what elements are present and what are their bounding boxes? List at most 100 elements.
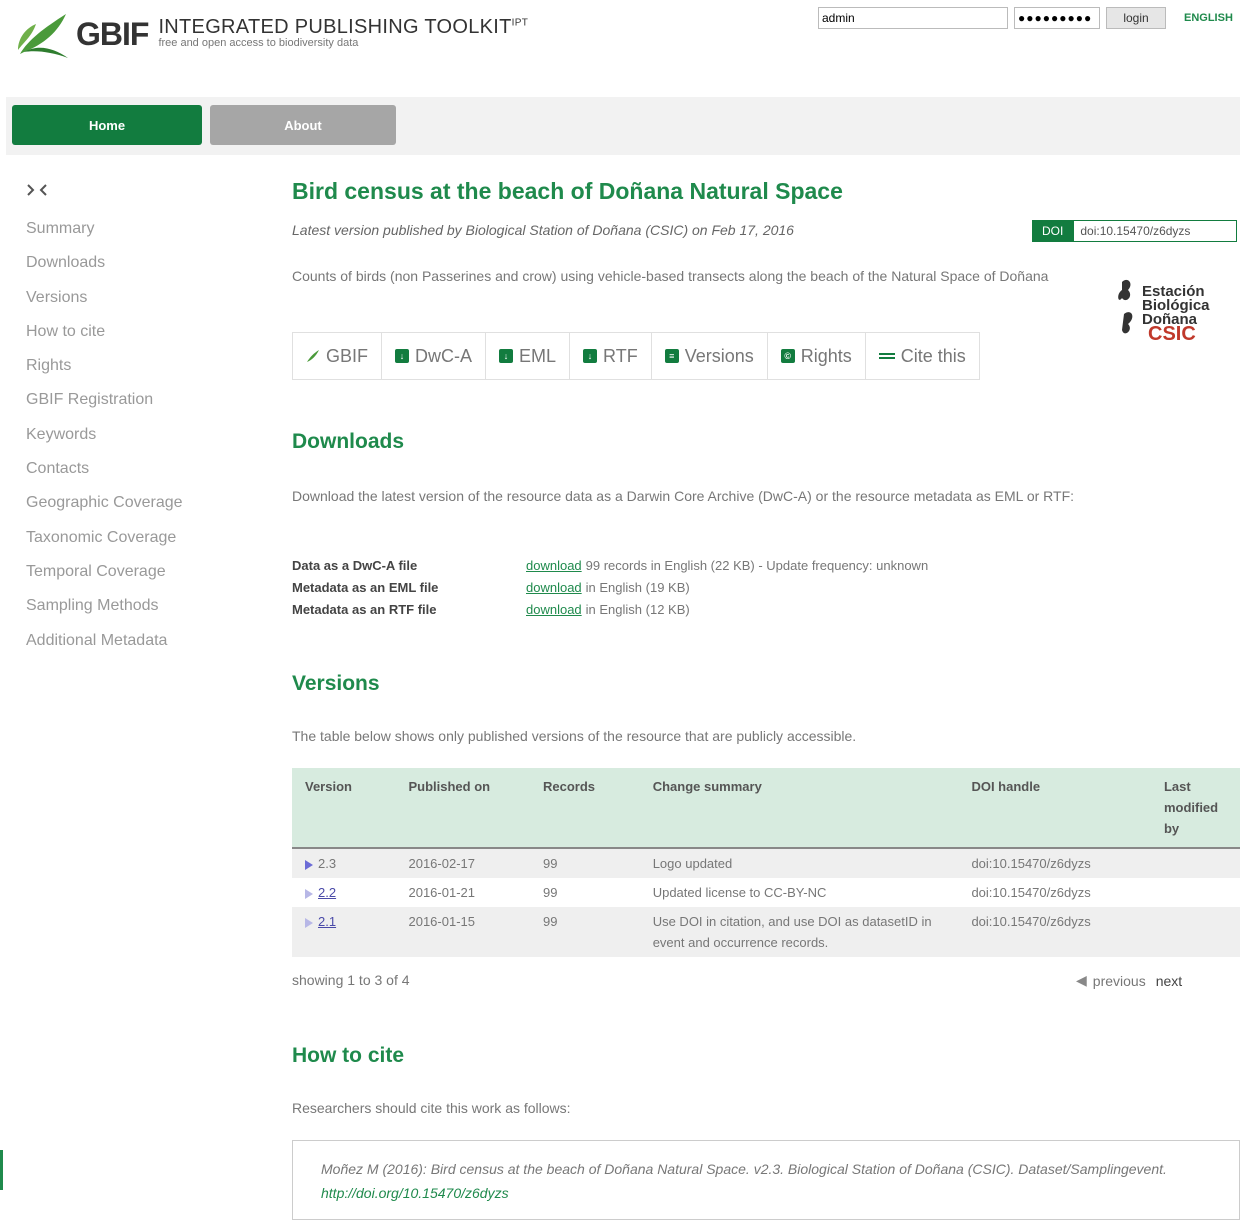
- toolbar-rtf-button[interactable]: ↓ RTF: [570, 333, 652, 379]
- download-label: Metadata as an EML file: [292, 579, 439, 595]
- col-records[interactable]: Records: [530, 768, 640, 848]
- downloads-table: Data as a DwC-A file download 99 records…: [292, 554, 928, 620]
- download-label: Data as a DwC-A file: [292, 557, 418, 573]
- sidebar-item-temporal-coverage[interactable]: Temporal Coverage: [26, 560, 183, 594]
- pagination-info: showing 1 to 3 of 4: [292, 972, 410, 988]
- col-last-modified-by[interactable]: Last modified by: [1151, 768, 1240, 848]
- summary-cell: Use DOI in citation, and use DOI as data…: [652, 914, 932, 950]
- current-version-icon: [305, 859, 313, 870]
- col-doi-handle[interactable]: DOI handle: [958, 768, 1150, 848]
- main-content: Bird census at the beach of Doñana Natur…: [292, 178, 1240, 1220]
- doi-cell: doi:10.15470/z6dyzs: [971, 856, 1091, 871]
- username-input[interactable]: [818, 7, 1008, 29]
- organization-logo: Estación Biológica Doñana CSIC: [1118, 279, 1210, 344]
- version-cell: 2.1: [292, 907, 395, 957]
- toc-icon[interactable]: [26, 182, 48, 198]
- sidebar-item-versions[interactable]: Versions: [26, 286, 183, 320]
- toolbar-rights-button[interactable]: © Rights: [768, 333, 866, 379]
- version-link[interactable]: 2.1: [318, 914, 336, 929]
- citation-text: Moñez M (2016): Bird census at the beach…: [321, 1161, 1167, 1177]
- sidebar-item-downloads[interactable]: Downloads: [26, 251, 183, 285]
- sidebar-item-taxonomic-coverage[interactable]: Taxonomic Coverage: [26, 526, 183, 560]
- versions-heading: Versions: [292, 672, 380, 695]
- main-nav: Home About: [6, 97, 1240, 155]
- versions-icon: ≡: [664, 349, 679, 363]
- version-arrow-icon: [305, 888, 313, 899]
- toolbar-gbif-button[interactable]: GBIF: [293, 333, 383, 379]
- col-published[interactable]: Published on: [395, 768, 530, 848]
- svg-text:CSIC: CSIC: [1148, 323, 1196, 344]
- how-to-cite-heading: How to cite: [292, 1044, 405, 1067]
- table-row: 2.1 2016-01-15 99 Use DOI in citation, a…: [292, 907, 1240, 957]
- col-version[interactable]: Version: [292, 768, 395, 848]
- doi-cell: doi:10.15470/z6dyzs: [971, 914, 1091, 929]
- modified-by-cell: [1151, 878, 1240, 907]
- sidebar-item-additional-metadata[interactable]: Additional Metadata: [26, 629, 183, 663]
- download-info: in English (19 KB): [585, 579, 690, 595]
- login-button[interactable]: login: [1106, 7, 1166, 29]
- gbif-leaf-icon: [307, 350, 319, 362]
- table-row: 2.3 2016-02-17 99 Logo updated doi:10.15…: [292, 848, 1240, 878]
- sidebar-item-gbif-registration[interactable]: GBIF Registration: [26, 388, 183, 422]
- login-form: login ENGLISH: [818, 7, 1233, 29]
- password-input[interactable]: [1014, 7, 1100, 29]
- sidebar-item-geographic-coverage[interactable]: Geographic Coverage: [26, 491, 183, 525]
- toolbar-cite-button[interactable]: Cite this: [866, 333, 979, 379]
- doi-badge[interactable]: DOI doi:10.15470/z6dyzs: [1032, 220, 1238, 242]
- toolbar-dwca-label: DwC-A: [415, 345, 473, 366]
- nav-home-button[interactable]: Home: [12, 105, 202, 145]
- download-row-rtf: Metadata as an RTF file download in Engl…: [292, 598, 928, 620]
- previous-button[interactable]: previous: [1093, 973, 1146, 989]
- cite-intro: Researchers should cite this work as fol…: [292, 1100, 571, 1116]
- sidebar-item-keywords[interactable]: Keywords: [26, 423, 183, 457]
- citation-box: Moñez M (2016): Bird census at the beach…: [292, 1140, 1240, 1220]
- download-row-eml: Metadata as an EML file download in Engl…: [292, 576, 928, 598]
- toolbar-versions-button[interactable]: ≡ Versions: [652, 333, 768, 379]
- download-dwca-link[interactable]: download: [526, 558, 582, 573]
- col-change-summary[interactable]: Change summary: [640, 768, 959, 848]
- download-row-dwca: Data as a DwC-A file download 99 records…: [292, 554, 928, 576]
- leaf-icon: [18, 14, 68, 58]
- language-selector[interactable]: ENGLISH: [1184, 12, 1233, 24]
- download-rtf-link[interactable]: download: [526, 602, 582, 617]
- downloads-intro: Download the latest version of the resou…: [292, 488, 1075, 504]
- records-cell: 99: [543, 885, 558, 900]
- toolbar-rights-label: Rights: [800, 345, 852, 366]
- summary-cell: Logo updated: [652, 856, 733, 871]
- doi-value[interactable]: doi:10.15470/z6dyzs: [1073, 220, 1238, 242]
- version-cell: 2.2: [292, 878, 395, 907]
- downloads-heading: Downloads: [292, 430, 405, 453]
- app-title: INTEGRATED PUBLISHING TOOLKITIPT: [158, 16, 529, 38]
- gbif-logo[interactable]: GBIF INTEGRATED PUBLISHING TOOLKITIPT fr…: [14, 10, 528, 60]
- sidebar-item-summary[interactable]: Summary: [26, 217, 183, 251]
- resource-toolbar: GBIF ↓ DwC-A ↓ EML ↓ RTF ≡ Versions © Ri…: [292, 332, 980, 380]
- download-icon: ↓: [499, 349, 514, 363]
- toolbar-gbif-label: GBIF: [326, 345, 369, 366]
- quote-icon: [878, 353, 895, 359]
- brand-name: GBIF: [76, 16, 149, 52]
- sidebar-item-sampling-methods[interactable]: Sampling Methods: [26, 594, 183, 628]
- toolbar-eml-button[interactable]: ↓ EML: [486, 333, 571, 379]
- sidebar-item-rights[interactable]: Rights: [26, 354, 183, 388]
- sidebar-item-contacts[interactable]: Contacts: [26, 457, 183, 491]
- download-icon: ↓: [583, 349, 598, 363]
- doi-label: DOI: [1032, 220, 1074, 242]
- published-cell: 2016-01-21: [408, 885, 475, 900]
- toolbar-versions-label: Versions: [684, 345, 754, 366]
- download-eml-link[interactable]: download: [526, 580, 582, 595]
- nav-about-button[interactable]: About: [210, 105, 396, 145]
- download-label: Metadata as an RTF file: [292, 601, 437, 617]
- versions-table: Version Published on Records Change summ…: [292, 768, 1240, 957]
- sidebar-item-how-to-cite[interactable]: How to cite: [26, 320, 183, 354]
- toolbar-dwca-button[interactable]: ↓ DwC-A: [382, 333, 487, 379]
- resource-description: Counts of birds (non Passerines and crow…: [292, 268, 1049, 284]
- version-cell: 2.3: [292, 848, 395, 878]
- version-link[interactable]: 2.2: [318, 885, 336, 900]
- download-info: 99 records in English (22 KB) - Update f…: [585, 557, 929, 573]
- toolbar-rtf-label: RTF: [603, 345, 638, 366]
- versions-table-header: Version Published on Records Change summ…: [292, 768, 1240, 848]
- header: GBIF INTEGRATED PUBLISHING TOOLKITIPT fr…: [0, 0, 1240, 70]
- next-button[interactable]: next: [1156, 973, 1182, 989]
- records-cell: 99: [543, 856, 558, 871]
- previous-arrow-icon: ◀: [1076, 972, 1087, 988]
